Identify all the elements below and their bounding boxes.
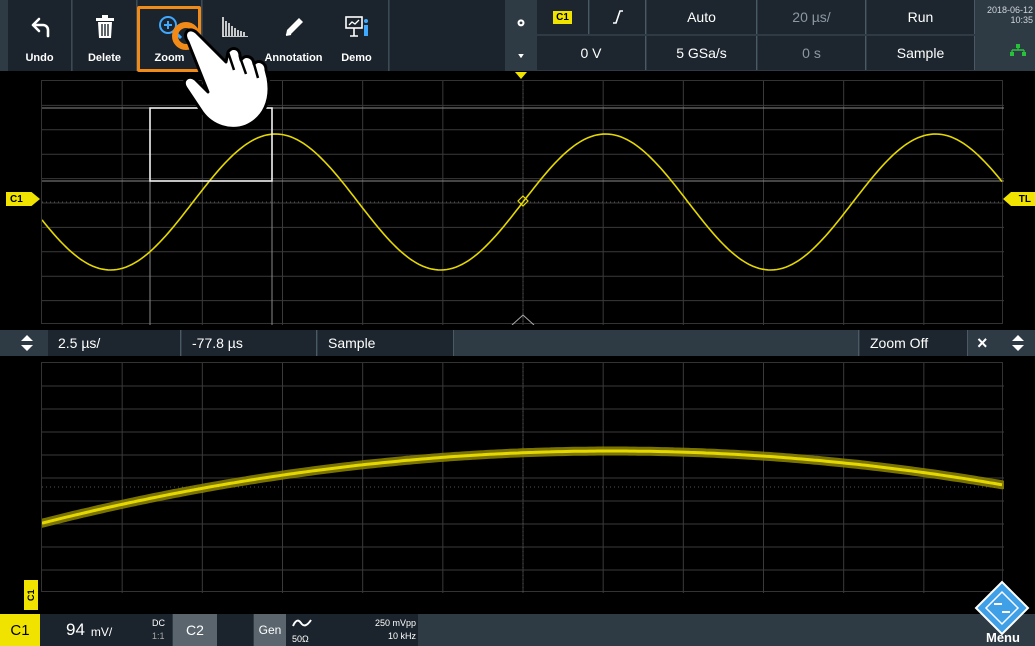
rising-edge-icon [612, 10, 623, 24]
sample-rate-cell[interactable]: 5 GSa/s [647, 36, 757, 70]
generator-settings[interactable]: Gen 50Ω 250 mVpp 10 kHz [254, 614, 418, 646]
run-stop-cell[interactable]: Run [867, 0, 975, 34]
generator-waveform: 50Ω [292, 616, 318, 644]
toolbar-spacer [390, 0, 505, 71]
channel1-coupling: DC 1:1 [152, 617, 165, 643]
trash-icon [73, 10, 136, 44]
menu-label: Menu [986, 630, 1020, 645]
zoom-acq-mode-cell[interactable]: Sample [318, 330, 454, 356]
histogram-button[interactable] [203, 0, 267, 71]
pencil-icon [262, 10, 325, 44]
gear-icon [517, 19, 525, 27]
resize-updown-icon-right[interactable] [1011, 335, 1025, 351]
trigger-level-marker[interactable]: TL [1003, 192, 1035, 206]
trigger-mode-cell[interactable]: Auto [647, 0, 757, 34]
trigger-level-cell[interactable]: 0 V [537, 36, 646, 70]
zoom-grid [42, 363, 1004, 593]
generator-params: 250 mVpp 10 kHz [350, 617, 416, 643]
zoom-waveform-display[interactable] [41, 362, 1004, 593]
zoom-bar: 2.5 µs/ -77.8 µs Sample Zoom Off × [0, 330, 1035, 356]
rs-logo-icon [974, 580, 1030, 636]
date-text: 2018-06-12 [986, 5, 1033, 15]
channel1-scale-value: 94 [66, 620, 85, 639]
channel1-probe-ratio: 1:1 [152, 631, 165, 641]
close-zoom-button[interactable]: × [969, 330, 1005, 356]
top-toolbar: Undo Delete Zoom Annotation Demo C1 Auto… [0, 0, 1035, 72]
generator-frequency: 10 kHz [387, 631, 416, 641]
bottom-bar-spacer [419, 614, 972, 646]
undo-icon [8, 10, 71, 44]
resize-updown-icon[interactable] [20, 335, 34, 351]
main-waveform-display[interactable] [41, 80, 1004, 325]
channel2-settings[interactable]: C2 [173, 614, 253, 646]
zoom-waveform-svg [42, 363, 1004, 593]
demo-label: Demo [341, 52, 372, 64]
demo-button[interactable]: Demo [325, 0, 389, 71]
generator-impedance: 50Ω [292, 634, 309, 644]
zoom-highlight-frame [137, 6, 201, 72]
zoom-window-rectangle[interactable] [149, 107, 273, 182]
generator-amplitude: 250 mVpp [374, 618, 416, 628]
time-text: 10:35 [1010, 15, 1033, 25]
acquisition-mode-cell[interactable]: Sample [867, 36, 975, 70]
demo-icon [325, 10, 388, 44]
horizontal-position-cell[interactable]: 0 s [758, 36, 866, 70]
undo-label: Undo [25, 52, 54, 64]
channel1-coupling-text: DC [152, 618, 165, 628]
timebase-cell[interactable]: 20 µs/ [758, 0, 866, 34]
channel1-offset-marker-lower[interactable]: C1 [24, 580, 38, 610]
sine-wave-icon [292, 619, 312, 627]
channel1-offset-marker[interactable]: C1 [6, 192, 40, 206]
channel2-label: C2 [173, 614, 217, 646]
network-icon [1010, 44, 1026, 56]
zoom-position-cell[interactable]: -77.8 µs [182, 330, 317, 356]
histogram-icon [203, 10, 266, 44]
delete-button[interactable]: Delete [73, 0, 137, 71]
channel1-scale-unit: mV/ [90, 625, 113, 639]
generator-label: Gen [254, 614, 286, 646]
delete-label: Delete [87, 52, 122, 64]
chevron-down-icon [518, 53, 524, 58]
channel-badge: C1 [553, 10, 572, 24]
channel-source-cell[interactable]: C1 [537, 0, 589, 34]
channel1-settings[interactable]: C1 94 mV/ DC 1:1 [0, 614, 172, 646]
annotation-button[interactable]: Annotation [262, 0, 326, 71]
channel1-label: C1 [0, 614, 40, 646]
settings-button[interactable] [509, 18, 533, 58]
date-time-display: 2018-06-12 10:35 [975, 5, 1033, 25]
undo-button[interactable]: Undo [8, 0, 72, 71]
zoom-off-button[interactable]: Zoom Off [860, 330, 968, 356]
annotation-label: Annotation [264, 52, 323, 64]
main-waveform-svg [42, 81, 1004, 325]
zoom-bar-spacer [455, 330, 859, 356]
bottom-channel-bar: C1 94 mV/ DC 1:1 C2 Gen 50Ω 250 mVpp 10 … [0, 614, 1035, 646]
trigger-slope-cell[interactable] [590, 0, 646, 34]
zoom-timebase-cell[interactable]: 2.5 µs/ [48, 330, 181, 356]
